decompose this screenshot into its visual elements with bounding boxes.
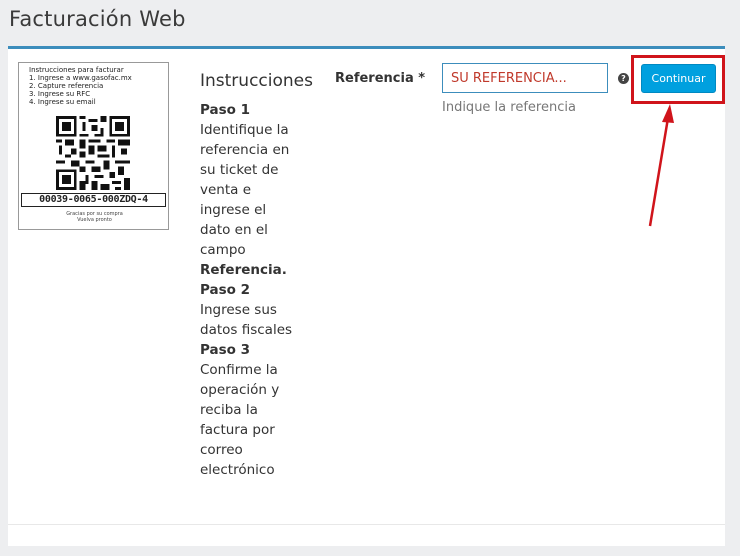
panel-footer bbox=[8, 524, 725, 546]
ticket-sample-image: Instrucciones para facturar 1. Ingrese a… bbox=[18, 62, 169, 230]
step-2-text: Ingrese sus datos fiscales bbox=[200, 302, 293, 338]
qr-code-icon bbox=[56, 116, 130, 190]
instructions-title: Instrucciones bbox=[200, 71, 313, 91]
invoice-panel: Instrucciones para facturar 1. Ingrese a… bbox=[8, 46, 725, 524]
ticket-line: 4. Ingrese su email bbox=[29, 98, 96, 106]
step-3-label: Paso 3 bbox=[200, 342, 251, 358]
step-1-text: Identifique la referencia en su ticket d… bbox=[200, 122, 290, 258]
reference-label: Referencia * bbox=[335, 71, 426, 86]
instructions-body: Paso 1 Identifique la referencia en su t… bbox=[200, 100, 300, 480]
ticket-line: 1. Ingrese a www.gasofac.mx bbox=[29, 74, 132, 82]
step-1-field: Referencia. bbox=[200, 262, 287, 278]
ticket-instructions: Instrucciones para facturar 1. Ingrese a… bbox=[29, 66, 132, 106]
reference-input[interactable] bbox=[442, 63, 608, 93]
step-3-text: Confirme la operación y reciba la factur… bbox=[200, 362, 280, 478]
continue-button[interactable]: Continuar bbox=[641, 64, 716, 93]
ticket-line: Instrucciones para facturar bbox=[29, 66, 124, 74]
question-circle-icon[interactable]: ? bbox=[618, 73, 629, 84]
page-title: Facturación Web bbox=[9, 7, 186, 31]
ticket-thanks: Gracias por su compra Vuelva pronto bbox=[19, 211, 170, 223]
ticket-thanks-line: Vuelva pronto bbox=[77, 217, 112, 223]
ticket-line: 3. Ingrese su RFC bbox=[29, 90, 91, 98]
step-1-label: Paso 1 bbox=[200, 102, 251, 118]
reference-help-text: Indique la referencia bbox=[442, 100, 576, 115]
ticket-line: 2. Capture referencia bbox=[29, 82, 104, 90]
ticket-reference-code: 00039-0065-000ZDQ-4 bbox=[21, 193, 166, 207]
step-2-label: Paso 2 bbox=[200, 282, 251, 298]
